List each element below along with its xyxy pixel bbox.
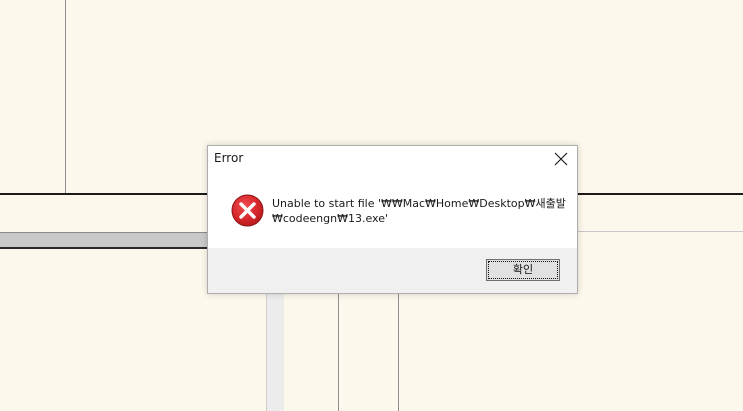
- error-icon: [231, 194, 264, 227]
- error-message: Unable to start file '₩₩Mac₩Home₩Desktop…: [272, 196, 566, 226]
- background-vertical-line: [398, 292, 399, 411]
- close-icon[interactable]: [552, 150, 570, 168]
- background-horizontal-line: [577, 193, 743, 195]
- background-vertical-line: [338, 292, 339, 411]
- background-vertical-line: [65, 0, 66, 194]
- dialog-title: Error: [214, 151, 244, 165]
- background-divider: [577, 231, 743, 232]
- error-dialog: Error Unable to start file '₩₩Mac₩Home₩D…: [207, 145, 578, 294]
- error-message-line-2: ₩codeengn₩13.exe': [272, 212, 389, 225]
- background-horizontal-line: [0, 193, 208, 195]
- background-toolbar-strip: [0, 232, 208, 249]
- dialog-footer: 확인: [208, 248, 577, 293]
- background-scroll-column: [266, 292, 284, 411]
- ok-button[interactable]: 확인: [486, 259, 560, 281]
- error-message-line-1: Unable to start file '₩₩Mac₩Home₩Desktop…: [272, 197, 566, 210]
